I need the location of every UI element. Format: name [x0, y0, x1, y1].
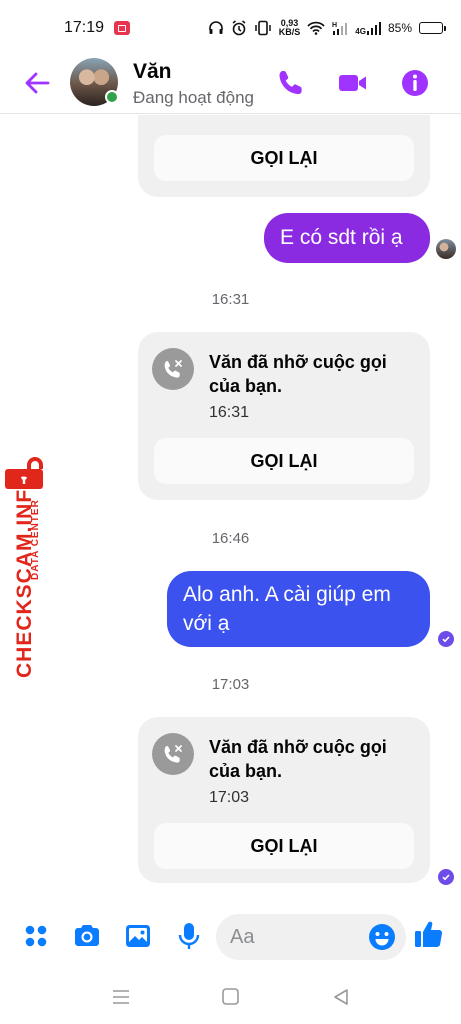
timestamp: 17:03 [211, 676, 250, 693]
apps-grid-icon[interactable] [21, 921, 51, 951]
missed-call-card: GỌI LẠI [138, 115, 430, 197]
wifi-icon [307, 21, 325, 35]
contact-name[interactable]: Văn [133, 60, 172, 84]
net-speed-unit: KB/S [278, 27, 301, 37]
presence-status: Đang hoạt động [133, 88, 254, 107]
signal-4g: 4G [355, 20, 381, 36]
missed-call-title: Văn đã nhỡ cuộc gọi của bạn. [209, 352, 387, 396]
seen-check-icon [438, 869, 454, 885]
message-input[interactable] [230, 914, 360, 960]
seen-check-icon [438, 631, 454, 647]
video-camera-icon[interactable] [338, 68, 368, 98]
back-icon[interactable] [330, 987, 352, 1007]
alarm-icon [232, 20, 246, 36]
headset-icon [208, 21, 223, 34]
missed-call-row: Văn đã nhỡ cuộc gọi của bạn. 17:03 [152, 733, 409, 810]
missed-call-time: 16:31 [209, 404, 250, 421]
missed-call-title: Văn đã nhỡ cuộc gọi của bạn. [209, 737, 387, 781]
message-input-box[interactable] [216, 914, 406, 960]
vibrate-icon [255, 20, 271, 36]
message-text: Alo anh. A cài giúp em với ạ [183, 583, 391, 635]
signal-bars-icon [366, 22, 381, 35]
back-arrow-icon[interactable] [22, 68, 52, 98]
svg-text:H: H [332, 22, 337, 29]
watermark-subtext: DATA CENTER [30, 499, 41, 580]
phone-icon[interactable] [276, 68, 306, 98]
online-indicator [105, 90, 119, 104]
screen-record-icon [114, 21, 131, 35]
home-icon[interactable] [220, 987, 242, 1007]
missed-call-icon [152, 348, 194, 390]
battery-icon [419, 22, 446, 34]
outgoing-message[interactable]: Alo anh. A cài giúp em với ạ [167, 571, 430, 647]
microphone-icon[interactable] [174, 921, 204, 951]
camera-icon[interactable] [72, 921, 102, 951]
missed-call-time: 17:03 [209, 789, 250, 806]
callback-button[interactable]: GỌI LẠI [154, 823, 414, 869]
missed-call-text: Văn đã nhỡ cuộc gọi của bạn. 16:31 [209, 350, 409, 425]
missed-call-text: Văn đã nhỡ cuộc gọi của bạn. 17:03 [209, 735, 409, 810]
missed-call-row: Văn đã nhỡ cuộc gọi của bạn. 16:31 [152, 348, 409, 425]
info-icon[interactable] [400, 68, 430, 98]
image-icon[interactable] [123, 921, 153, 951]
thumbs-up-icon[interactable] [413, 918, 445, 950]
missed-call-card: Văn đã nhỡ cuộc gọi của bạn. 16:31 GỌI L… [138, 332, 430, 500]
emoji-icon[interactable] [368, 923, 396, 951]
net-speed: 0,93 KB/S [279, 19, 301, 37]
signal-h-icon: H [332, 22, 348, 35]
timestamp: 16:46 [211, 530, 250, 547]
system-nav-bar [0, 967, 461, 1024]
battery-percent: 85% [387, 21, 412, 35]
menu-icon[interactable] [110, 987, 132, 1007]
status-bar: 17:19 0,93 KB/S H 4G 85% [0, 0, 461, 56]
callback-button[interactable]: GỌI LẠI [154, 438, 414, 484]
missed-call-card: Văn đã nhỡ cuộc gọi của bạn. 17:03 GỌI L… [138, 717, 430, 883]
outgoing-message[interactable]: E có sdt rồi ạ [264, 213, 430, 263]
message-list[interactable]: GỌI LẠI E có sdt rồi ạ 16:31 Văn đã nhỡ … [0, 115, 461, 905]
network-label: 4G [355, 27, 366, 36]
missed-call-icon [152, 733, 194, 775]
timestamp: 16:31 [211, 291, 250, 308]
callback-button[interactable]: GỌI LẠI [154, 135, 414, 181]
message-text: E có sdt rồi ạ [280, 226, 403, 249]
contact-avatar[interactable] [70, 58, 119, 106]
status-time: 17:19 [64, 19, 105, 36]
read-receipt-avatar [436, 239, 456, 259]
status-icons: 0,93 KB/S H 4G 85% [208, 0, 446, 56]
message-composer [0, 905, 461, 967]
conversation-header: Văn Đang hoạt động [0, 56, 461, 114]
